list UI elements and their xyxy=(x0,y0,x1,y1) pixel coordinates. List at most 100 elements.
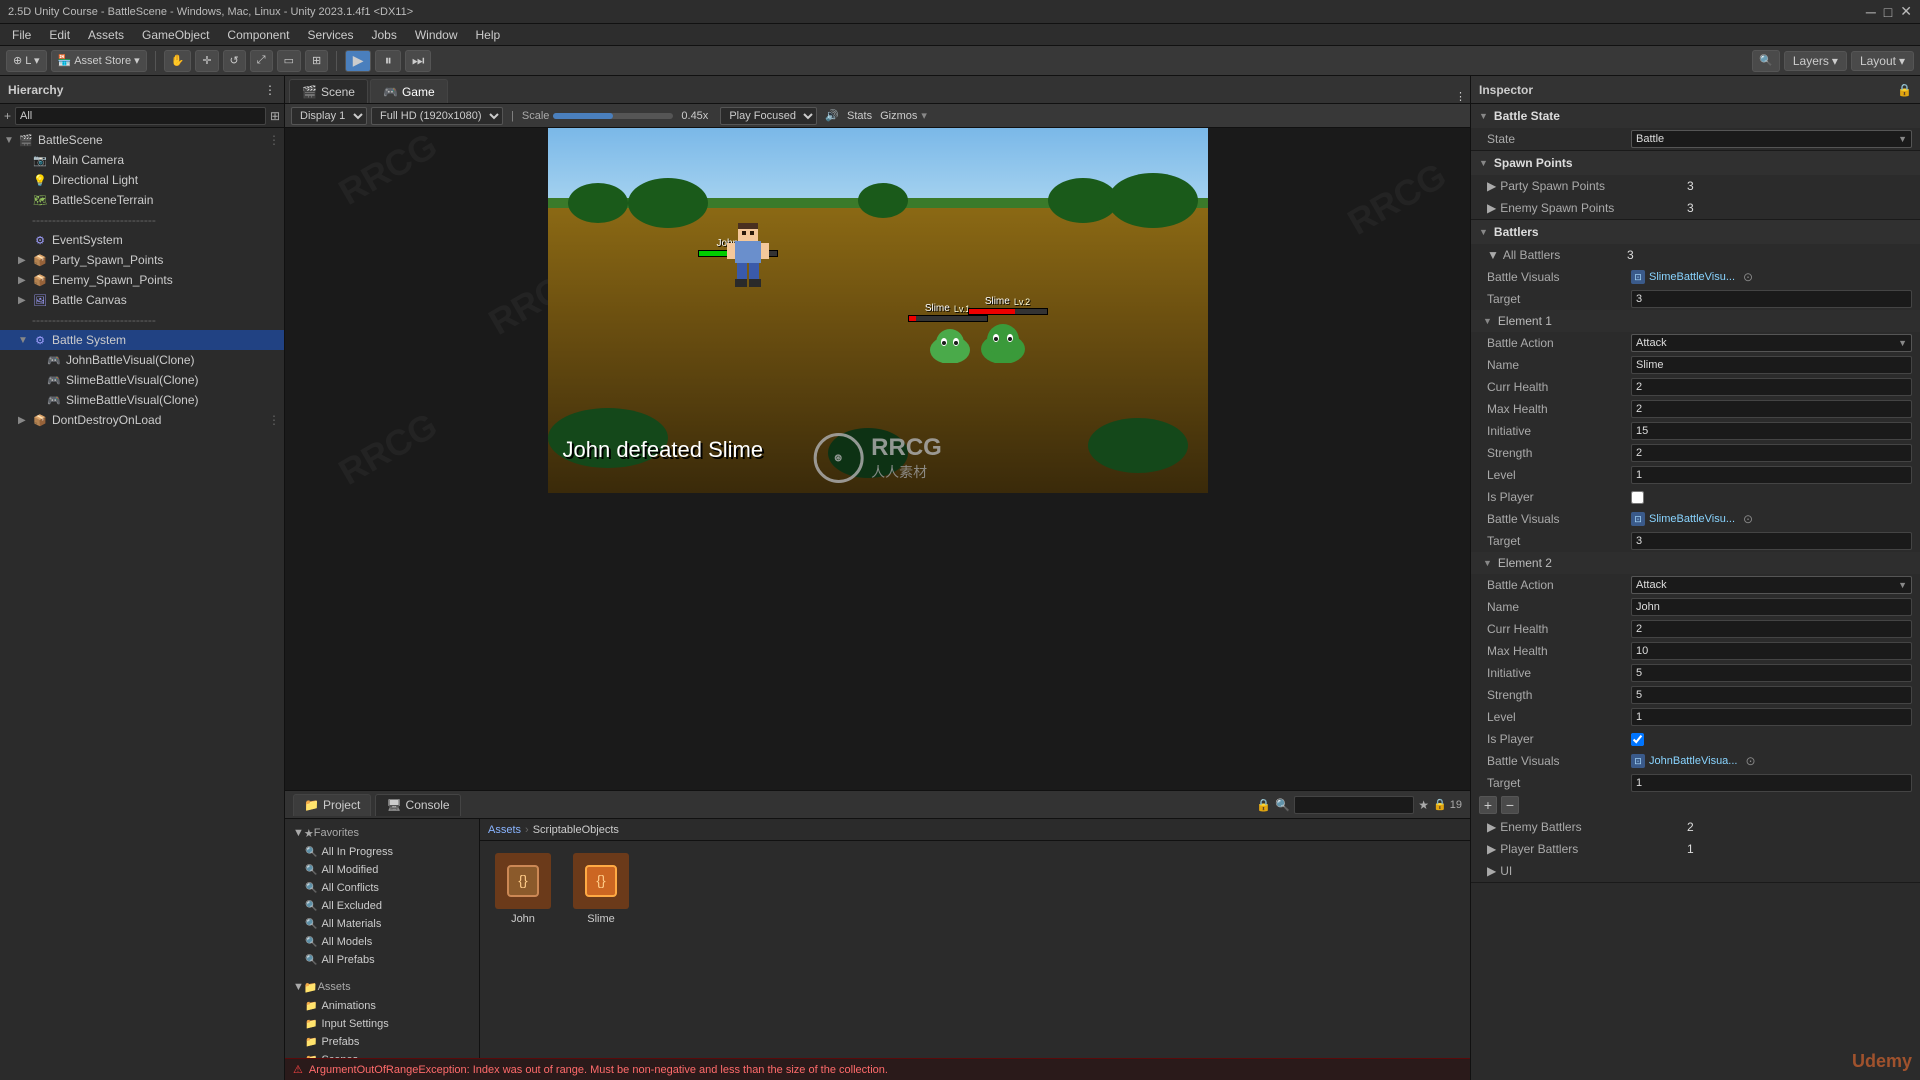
hand-tool[interactable]: ✋ xyxy=(164,50,192,72)
asset-slime[interactable]: {} Slime xyxy=(566,849,636,929)
fav-item-inprogress[interactable]: 🔍 All In Progress xyxy=(285,843,479,861)
move-tool[interactable]: ✛ xyxy=(195,50,218,72)
maximize-icon[interactable]: □ xyxy=(1884,4,1892,20)
fav-item-modified[interactable]: 🔍 All Modified xyxy=(285,861,479,879)
breadcrumb-assets[interactable]: Assets xyxy=(488,824,521,836)
fav-item-excluded[interactable]: 🔍 All Excluded xyxy=(285,897,479,915)
e1-currhealth-input[interactable] xyxy=(1631,378,1912,396)
tree-item-terrain[interactable]: 🗺 BattleSceneTerrain xyxy=(0,190,284,210)
breadcrumb-scriptableobjects[interactable]: ScriptableObjects xyxy=(533,824,619,836)
e1-initiative-input[interactable] xyxy=(1631,422,1912,440)
tab-scene[interactable]: 🎬 Scene xyxy=(289,79,368,103)
hierarchy-search[interactable] xyxy=(15,107,266,125)
tree-item-slimevisual2[interactable]: 🎮 SlimeBattleVisual(Clone) xyxy=(0,390,284,410)
project-search-input[interactable] xyxy=(1294,796,1414,814)
tab-project[interactable]: 📁 Project xyxy=(293,794,371,816)
layout-button[interactable]: Layout ▾ xyxy=(1851,51,1914,71)
hierarchy-menu-icon[interactable]: ⋮ xyxy=(264,83,276,97)
fav-item-scenes[interactable]: 📁 Scenes xyxy=(285,1051,479,1058)
project-search-icon[interactable]: 🔍 xyxy=(1275,798,1290,812)
menu-services[interactable]: Services xyxy=(299,26,361,44)
gizmos-arrow[interactable]: ▾ xyxy=(921,109,927,122)
all-battlers-arrow[interactable]: ▼ All Battlers xyxy=(1487,248,1627,262)
scale-tool[interactable]: ⤢ xyxy=(250,50,273,72)
e1-target-input[interactable] xyxy=(1631,532,1912,550)
menu-component[interactable]: Component xyxy=(219,26,297,44)
e1-strength-input[interactable] xyxy=(1631,444,1912,462)
step-button[interactable]: ⏭ xyxy=(405,50,431,72)
play-button[interactable]: ▶ xyxy=(345,50,371,72)
hierarchy-filter-icon[interactable]: ⊞ xyxy=(270,109,280,123)
battlers-add-button[interactable]: + xyxy=(1479,796,1497,814)
target-top-input[interactable] xyxy=(1631,290,1912,308)
assets-header[interactable]: ▼ 📁 Assets xyxy=(285,977,479,997)
player-battlers-arrow[interactable]: ▶ Player Battlers xyxy=(1487,842,1687,856)
party-spawn-arrow[interactable]: ▶ Party Spawn Points xyxy=(1487,179,1687,193)
fav-item-inputsettings[interactable]: 📁 Input Settings xyxy=(285,1015,479,1033)
tree-item-battlescene[interactable]: ▼ 🎬 BattleScene ⋮ xyxy=(0,130,284,150)
pause-button[interactable]: ⏸ xyxy=(375,50,401,72)
e1-maxhealth-input[interactable] xyxy=(1631,400,1912,418)
fav-item-prefabs[interactable]: 📁 Prefabs xyxy=(285,1033,479,1051)
resolution-select[interactable]: Full HD (1920x1080) xyxy=(371,107,503,125)
e2-name-input[interactable] xyxy=(1631,598,1912,616)
e2-maxhealth-input[interactable] xyxy=(1631,642,1912,660)
hierarchy-tree[interactable]: ▼ 🎬 BattleScene ⋮ 📷 Main Camera 💡 Direct… xyxy=(0,128,284,1080)
asset-store-button[interactable]: 🏪 Asset Store ▾ xyxy=(51,50,147,72)
title-bar-controls[interactable]: ─ □ ✕ xyxy=(1866,3,1912,20)
spawnpoints-header[interactable]: ▼ Spawn Points xyxy=(1471,151,1920,175)
enemy-battlers-arrow[interactable]: ▶ Enemy Battlers xyxy=(1487,820,1687,834)
e2-battleaction-dropdown[interactable]: Attack ▼ xyxy=(1631,576,1912,594)
e1-battleaction-dropdown[interactable]: Attack ▼ xyxy=(1631,334,1912,352)
tree-item-partyspawn[interactable]: ▶ 📦 Party_Spawn_Points xyxy=(0,250,284,270)
inspector-lock-icon[interactable]: 🔒 xyxy=(1897,83,1912,97)
e2-level-input[interactable] xyxy=(1631,708,1912,726)
e1-isplayer-checkbox[interactable] xyxy=(1631,491,1644,504)
stats-label[interactable]: Stats xyxy=(847,110,872,122)
close-icon[interactable]: ✕ xyxy=(1900,3,1912,20)
e2-isplayer-checkbox[interactable] xyxy=(1631,733,1644,746)
rotate-tool[interactable]: ↺ xyxy=(223,50,246,72)
element1-header[interactable]: ▼ Element 1 xyxy=(1471,310,1920,332)
menu-file[interactable]: File xyxy=(4,26,39,44)
e2-initiative-input[interactable] xyxy=(1631,664,1912,682)
battlestate-header[interactable]: ▼ Battle State xyxy=(1471,104,1920,128)
tab-more-icon[interactable]: ⋮ xyxy=(1455,90,1466,103)
fav-item-animations[interactable]: 📁 Animations xyxy=(285,997,479,1015)
transform-tool[interactable]: ⊞ xyxy=(305,50,328,72)
battlers-header[interactable]: ▼ Battlers xyxy=(1471,220,1920,244)
favorites-header[interactable]: ▼ ★ Favorites xyxy=(285,823,479,843)
display-select[interactable]: Display 1 xyxy=(291,107,367,125)
e1-level-input[interactable] xyxy=(1631,466,1912,484)
tree-item-johnvisual[interactable]: 🎮 JohnBattleVisual(Clone) xyxy=(0,350,284,370)
tree-item-eventsystem[interactable]: ⚙ EventSystem xyxy=(0,230,284,250)
e2-strength-input[interactable] xyxy=(1631,686,1912,704)
e2-target-input[interactable] xyxy=(1631,774,1912,792)
menu-help[interactable]: Help xyxy=(468,26,509,44)
menu-gameobject[interactable]: GameObject xyxy=(134,26,217,44)
fav-item-models[interactable]: 🔍 All Models xyxy=(285,933,479,951)
e2-currhealth-input[interactable] xyxy=(1631,620,1912,638)
star-icon[interactable]: ★ xyxy=(1418,798,1429,812)
fav-item-prefabs[interactable]: 🔍 All Prefabs xyxy=(285,951,479,969)
search-button[interactable]: 🔍 xyxy=(1752,50,1780,72)
minimize-icon[interactable]: ─ xyxy=(1866,4,1876,20)
state-dropdown[interactable]: Battle ▼ xyxy=(1631,130,1912,148)
mode-button[interactable]: ⊕ L ▾ xyxy=(6,50,47,72)
e1-name-input[interactable] xyxy=(1631,356,1912,374)
scale-bar[interactable] xyxy=(553,113,673,119)
menu-window[interactable]: Window xyxy=(407,26,466,44)
tree-item-maincamera[interactable]: 📷 Main Camera xyxy=(0,150,284,170)
tree-item-battlesystem[interactable]: ▼ ⚙ Battle System xyxy=(0,330,284,350)
tab-console[interactable]: 🖥 Console xyxy=(375,794,460,816)
layers-button[interactable]: Layers ▾ xyxy=(1784,51,1847,71)
element2-header[interactable]: ▼ Element 2 xyxy=(1471,552,1920,574)
play-focused-select[interactable]: Play Focused xyxy=(720,107,817,125)
tree-item-battlecanvas[interactable]: ▶ 🖼 Battle Canvas xyxy=(0,290,284,310)
fav-item-materials[interactable]: 🔍 All Materials xyxy=(285,915,479,933)
asset-john[interactable]: {} John xyxy=(488,849,558,929)
rect-tool[interactable]: ▭ xyxy=(277,50,301,72)
battlers-remove-button[interactable]: − xyxy=(1501,796,1519,814)
fav-item-conflicts[interactable]: 🔍 All Conflicts xyxy=(285,879,479,897)
mute-icon[interactable]: 🔊 xyxy=(825,109,839,122)
